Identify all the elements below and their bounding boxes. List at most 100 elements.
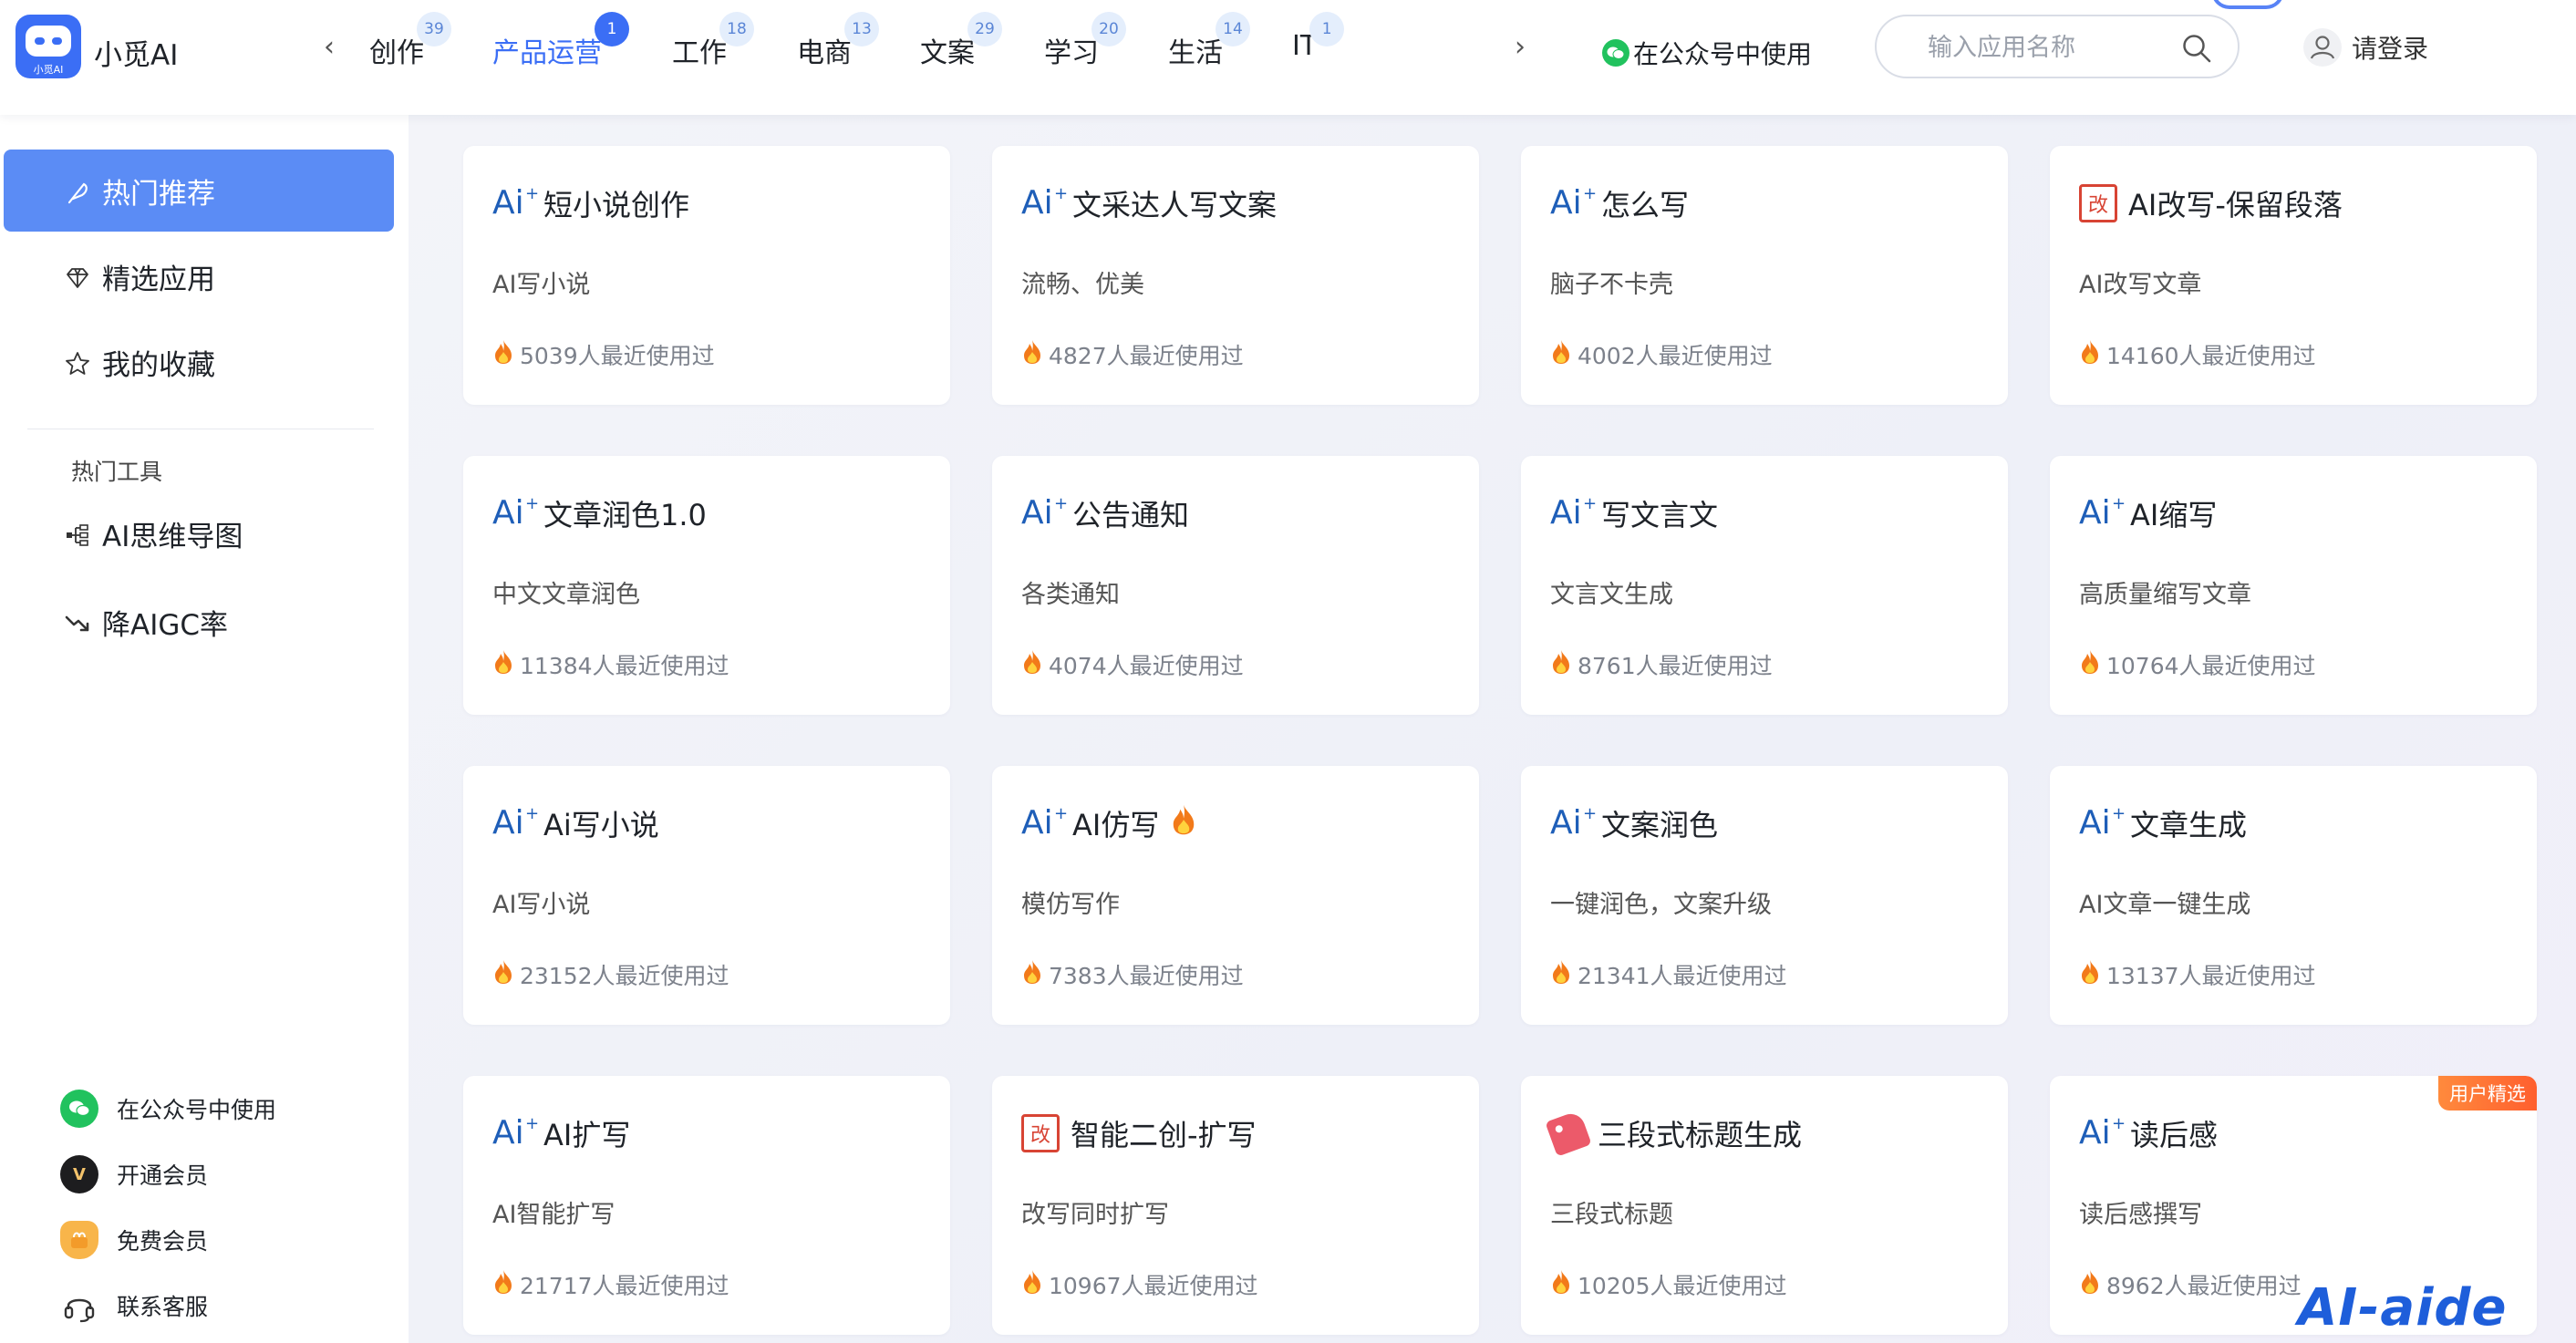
app-card-usage: 14160人最近使用过 (2079, 338, 2316, 371)
vip-icon: V (60, 1155, 98, 1193)
usage-count-text: 4002人最近使用过 (1578, 343, 1773, 369)
tab-item[interactable]: 文案 29 (920, 12, 1002, 70)
app-card[interactable]: 三段式标题生成 三段式标题 10205人最近使用过 (1521, 1076, 2008, 1335)
app-card-usage: 10205人最近使用过 (1550, 1268, 1787, 1301)
app-card[interactable]: Ai + AI缩写 高质量缩写文章 10764人最近使用过 (2050, 456, 2537, 715)
app-title-text: 文采达人写文案 (1072, 188, 1278, 222)
flame-icon (492, 339, 514, 370)
usage-count-text: 21341人最近使用过 (1578, 963, 1787, 989)
app-card-title: 改 AI改写-保留段落 (2079, 182, 2343, 224)
ai-sparkle-icon: Ai + (1021, 494, 1069, 532)
tab-label: 电商 (797, 37, 852, 69)
app-card[interactable]: Ai + AI扩写 AI智能扩写 21717人最近使用过 (463, 1076, 950, 1335)
sidebar-item-hot[interactable]: 热门推荐 (4, 150, 394, 232)
app-card-usage: 4002人最近使用过 (1550, 338, 1773, 371)
app-card[interactable]: Ai + Ai写小说 AI写小说 23152人最近使用过 (463, 766, 950, 1025)
ai-sparkle-icon: Ai + (1550, 184, 1598, 222)
headset-icon (60, 1286, 98, 1325)
tab-count-badge: 13 (844, 12, 879, 46)
app-card-title: Ai + AI缩写 (2079, 492, 2217, 534)
app-card-desc: 中文文章润色 (492, 581, 640, 609)
app-card[interactable]: Ai + 公告通知 各类通知 4074人最近使用过 (992, 456, 1479, 715)
watermark-logo: AI-aide (2298, 1278, 2508, 1338)
flame-icon (492, 959, 514, 990)
usage-count-text: 7383人最近使用过 (1049, 963, 1244, 989)
usage-count-text: 14160人最近使用过 (2106, 343, 2316, 369)
user-icon (2303, 28, 2342, 67)
app-title-text: Ai写小说 (543, 808, 659, 842)
tab-item[interactable]: 生活 14 (1168, 12, 1250, 70)
flame-icon (1550, 649, 1572, 680)
sidebar-item-mindmap[interactable]: AI思维导图 (4, 492, 394, 574)
tab-label: 生活 (1168, 37, 1223, 69)
usage-count-text: 8962人最近使用过 (2106, 1273, 2302, 1299)
tab-item[interactable]: IT 1 (1292, 12, 1345, 62)
tab-count-badge: 14 (1216, 12, 1250, 46)
tab-label: 学习 (1044, 37, 1099, 69)
tab-item[interactable]: 工作 18 (672, 12, 754, 70)
app-card-desc: 文言文生成 (1550, 581, 1673, 609)
app-card-desc: AI写小说 (492, 891, 591, 919)
app-card[interactable]: Ai + 文章润色1.0 中文文章润色 11384人最近使用过 (463, 456, 950, 715)
sidebar-free-member-link[interactable]: 免费会员 (60, 1221, 208, 1259)
tab-label: 产品运营 (492, 37, 602, 69)
app-card-title: 改智能二创-扩写 (1021, 1112, 1257, 1154)
app-card-usage: 4074人最近使用过 (1021, 648, 1244, 681)
wechat-use-label: 在公众号中使用 (1633, 39, 1813, 69)
brand-name[interactable]: 小觅AI (94, 32, 178, 73)
rewrite-icon: 改 (2079, 184, 2117, 222)
rewrite-icon: 改 (1021, 1114, 1060, 1152)
ai-sparkle-icon: Ai + (2079, 494, 2126, 532)
tab-item[interactable]: 学习 20 (1044, 12, 1126, 70)
ai-sparkle-icon: Ai + (492, 184, 540, 222)
app-card[interactable]: Ai + AI仿写 模仿写作 7383人最近使用过 (992, 766, 1479, 1025)
sidebar-item-featured[interactable]: 精选应用 (4, 235, 394, 317)
flame-icon (1021, 339, 1043, 370)
app-card[interactable]: Ai + 文采达人写文案 流畅、优美 4827人最近使用过 (992, 146, 1479, 405)
sidebar: 热门推荐 精选应用 我的收藏 热门工具 AI思维导图 降AIGC率 在公众号中使… (0, 115, 409, 1343)
tab-count-badge: 20 (1091, 12, 1126, 46)
sidebar-item-label: 精选应用 (102, 263, 215, 296)
app-card-usage: 5039人最近使用过 (492, 338, 715, 371)
usage-count-text: 10764人最近使用过 (2106, 653, 2316, 679)
wechat-use-link[interactable]: 在公众号中使用 (1602, 35, 1812, 71)
search-box[interactable] (1875, 15, 2240, 78)
flame-icon (1550, 1269, 1572, 1300)
app-card[interactable]: Ai + 写文言文 文言文生成 8761人最近使用过 (1521, 456, 2008, 715)
logo[interactable]: 小觅AI (16, 15, 81, 78)
app-card-desc: AI智能扩写 (492, 1201, 616, 1229)
sidebar-vip-link[interactable]: V 开通会员 (60, 1155, 208, 1193)
tab-item[interactable]: 创作 39 (369, 12, 451, 70)
usage-count-text: 13137人最近使用过 (2106, 963, 2316, 989)
app-title-text: 怎么写 (1601, 188, 1690, 222)
app-card[interactable]: Ai + 文章生成 AI文章一键生成 13137人最近使用过 (2050, 766, 2537, 1025)
tab-count-badge: 1 (595, 12, 629, 46)
sidebar-item-label: 热门推荐 (102, 177, 215, 211)
sidebar-item-reduce-aigc[interactable]: 降AIGC率 (4, 581, 394, 663)
tab-count-badge: 1 (1309, 12, 1345, 46)
app-card[interactable]: 改 AI改写-保留段落 AI改写文章 14160人最近使用过 (2050, 146, 2537, 405)
search-input[interactable] (1928, 29, 2174, 66)
app-card[interactable]: Ai + 短小说创作 AI写小说 5039人最近使用过 (463, 146, 950, 405)
tab-item[interactable]: 产品运营 1 (492, 12, 629, 70)
sidebar-item-favorites[interactable]: 我的收藏 (4, 321, 394, 403)
login-button[interactable]: 请登录 (2302, 27, 2428, 67)
search-icon[interactable] (2181, 33, 2212, 64)
app-card-desc: AI写小说 (492, 271, 591, 299)
app-card[interactable]: Ai + 怎么写 脑子不卡壳 4002人最近使用过 (1521, 146, 2008, 405)
app-title-text: 文案润色 (1601, 808, 1719, 842)
app-card-usage: 23152人最近使用过 (492, 958, 729, 991)
ai-sparkle-icon: Ai + (492, 804, 540, 842)
next-tab-arrow-icon[interactable]: › (1506, 31, 1534, 63)
prev-tab-arrow-icon[interactable]: ‹ (316, 31, 343, 63)
app-card[interactable]: 改智能二创-扩写 改写同时扩写 10967人最近使用过 (992, 1076, 1479, 1335)
app-card[interactable]: Ai + 文案润色 一键润色，文案升级 21341人最近使用过 (1521, 766, 2008, 1025)
app-card-title: Ai + 短小说创作 (492, 182, 689, 224)
flame-icon (2079, 649, 2101, 680)
app-title-text: 文章生成 (2130, 808, 2248, 842)
sidebar-wechat-link[interactable]: 在公众号中使用 (60, 1090, 276, 1128)
tab-item[interactable]: 电商 13 (797, 12, 879, 70)
usage-count-text: 8761人最近使用过 (1578, 653, 1773, 679)
usage-count-text: 10205人最近使用过 (1578, 1273, 1787, 1299)
sidebar-support-link[interactable]: 联系客服 (60, 1286, 208, 1325)
